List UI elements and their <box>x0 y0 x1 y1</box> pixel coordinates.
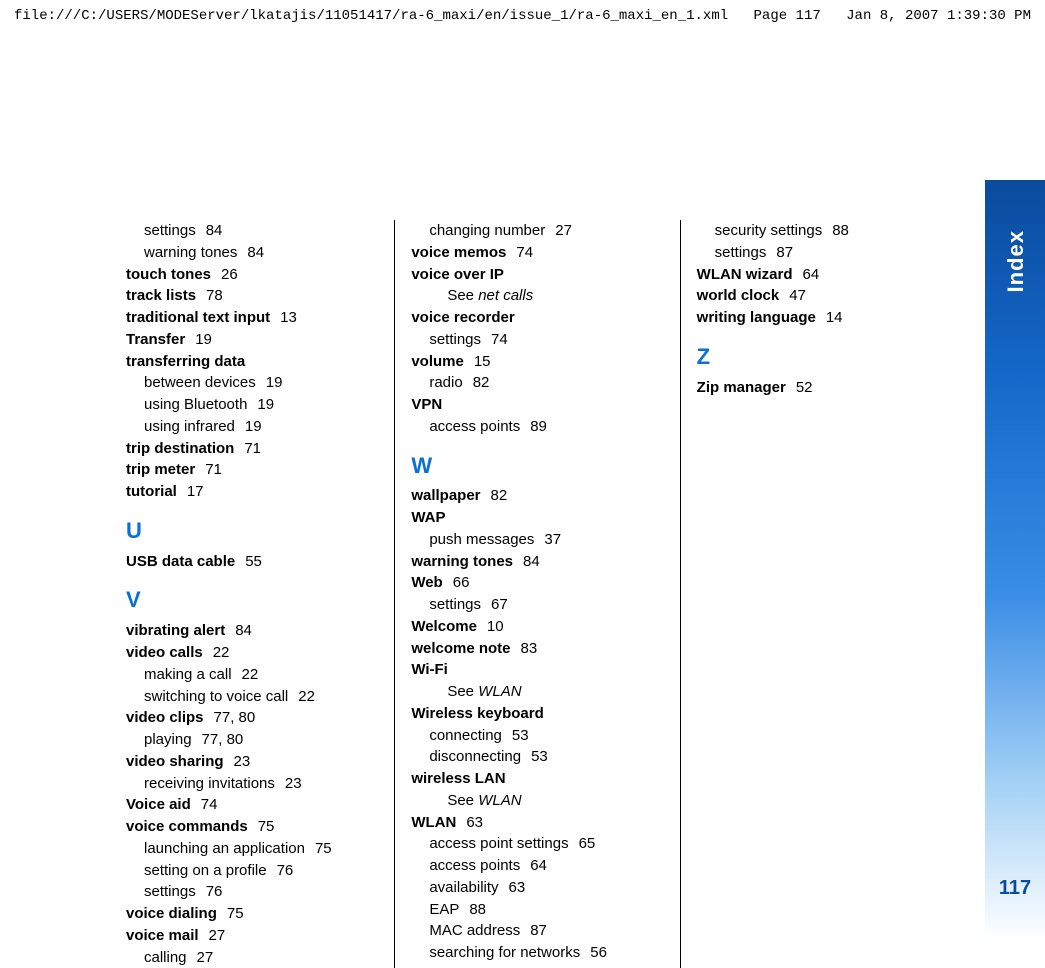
index-subentry: setting on a profile76 <box>126 860 378 882</box>
index-see: See net calls <box>411 285 663 307</box>
index-subentry: connecting53 <box>411 725 663 747</box>
index-subentry: launching an application75 <box>126 838 378 860</box>
index-entry: Wi-Fi <box>411 659 663 681</box>
index-subentry: changing number27 <box>411 220 663 242</box>
index-subentry: radio82 <box>411 372 663 394</box>
index-entry: Zip manager52 <box>697 377 949 399</box>
index-subentry: playing77, 80 <box>126 729 378 751</box>
index-entry: Voice aid74 <box>126 794 378 816</box>
index-entry: transferring data <box>126 351 378 373</box>
index-entry: WLAN wizard64 <box>697 264 949 286</box>
side-tab: Index 117 <box>985 180 1045 940</box>
index-subentry: settings84 <box>126 220 378 242</box>
tab-label: Index <box>1003 230 1029 292</box>
index-entry: trip meter71 <box>126 459 378 481</box>
index-subentry: access points89 <box>411 416 663 438</box>
index-entry: trip destination71 <box>126 438 378 460</box>
page-label: Page 117 <box>754 8 821 24</box>
index-subentry: between devices19 <box>126 372 378 394</box>
index-see: See WLAN <box>411 790 663 812</box>
index-subentry: searching for networks56 <box>411 942 663 964</box>
index-entry: voice over IP <box>411 264 663 286</box>
index-subentry: using infrared19 <box>126 416 378 438</box>
index-entry: writing language14 <box>697 307 949 329</box>
index-entry: vibrating alert84 <box>126 620 378 642</box>
index-entry: welcome note83 <box>411 638 663 660</box>
index-subentry: MAC address87 <box>411 920 663 942</box>
file-path: file:///C:/USERS/MODEServer/lkatajis/110… <box>14 8 728 24</box>
section-letter-u: U <box>126 515 378 547</box>
index-entry: video calls22 <box>126 642 378 664</box>
index-entry: USB data cable55 <box>126 551 378 573</box>
index-subentry: using Bluetooth19 <box>126 394 378 416</box>
index-entry: warning tones84 <box>411 551 663 573</box>
index-entry: WLAN63 <box>411 812 663 834</box>
index-content: settings84 warning tones84 touch tones26… <box>110 220 965 968</box>
index-subentry: settings87 <box>697 242 949 264</box>
index-column-1: settings84 warning tones84 touch tones26… <box>110 220 394 968</box>
index-see: See WLAN <box>411 681 663 703</box>
section-letter-v: V <box>126 584 378 616</box>
index-subentry: settings74 <box>411 329 663 351</box>
index-entry: Transfer19 <box>126 329 378 351</box>
index-entry: traditional text input13 <box>126 307 378 329</box>
index-entry: voice memos74 <box>411 242 663 264</box>
index-subentry: warning tones84 <box>126 242 378 264</box>
index-entry: Welcome10 <box>411 616 663 638</box>
index-subentry: receiving invitations23 <box>126 773 378 795</box>
index-entry: WAP <box>411 507 663 529</box>
index-entry: touch tones26 <box>126 264 378 286</box>
index-entry: voice recorder <box>411 307 663 329</box>
section-letter-w: W <box>411 450 663 482</box>
index-entry: Wireless keyboard <box>411 703 663 725</box>
index-entry: track lists78 <box>126 285 378 307</box>
index-subentry: push messages37 <box>411 529 663 551</box>
index-subentry: switching to voice call22 <box>126 686 378 708</box>
index-subentry: access points64 <box>411 855 663 877</box>
index-entry: voice commands75 <box>126 816 378 838</box>
index-subentry: EAP88 <box>411 899 663 921</box>
page-header: file:///C:/USERS/MODEServer/lkatajis/110… <box>0 0 1045 24</box>
index-entry: volume15 <box>411 351 663 373</box>
index-entry: wallpaper82 <box>411 485 663 507</box>
section-letter-z: Z <box>697 341 949 373</box>
datetime: Jan 8, 2007 1:39:30 PM <box>846 8 1031 24</box>
index-entry: tutorial17 <box>126 481 378 503</box>
index-entry: voice mail27 <box>126 925 378 947</box>
index-subentry: calling27 <box>126 947 378 968</box>
index-subentry: disconnecting53 <box>411 746 663 768</box>
index-entry: VPN <box>411 394 663 416</box>
index-subentry: making a call22 <box>126 664 378 686</box>
index-entry: world clock47 <box>697 285 949 307</box>
index-subentry: settings67 <box>411 594 663 616</box>
index-column-2: changing number27 voice memos74 voice ov… <box>394 220 679 968</box>
index-entry: video sharing23 <box>126 751 378 773</box>
index-column-3: security settings88 settings87 WLAN wiza… <box>680 220 965 968</box>
page-number: 117 <box>985 877 1045 900</box>
index-subentry: security settings88 <box>697 220 949 242</box>
index-entry: voice dialing75 <box>126 903 378 925</box>
index-entry: Web66 <box>411 572 663 594</box>
index-entry: video clips77, 80 <box>126 707 378 729</box>
index-entry: wireless LAN <box>411 768 663 790</box>
index-subentry: availability63 <box>411 877 663 899</box>
index-subentry: settings76 <box>126 881 378 903</box>
index-subentry: access point settings65 <box>411 833 663 855</box>
